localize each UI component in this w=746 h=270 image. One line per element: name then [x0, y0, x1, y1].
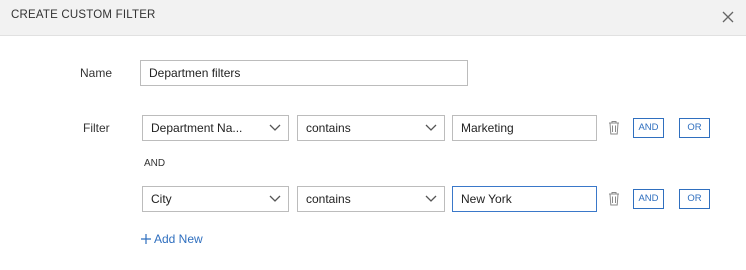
delete-icon[interactable]	[607, 191, 621, 207]
close-icon[interactable]	[717, 6, 739, 28]
name-label: Name	[80, 66, 113, 80]
filter-operator-value: contains	[306, 192, 351, 206]
filter-field-select[interactable]: Department Na...	[142, 115, 289, 141]
dialog-header: CREATE CUSTOM FILTER	[0, 0, 746, 36]
filter-label: Filter	[83, 121, 110, 135]
filter-value-input[interactable]: Marketing	[452, 115, 597, 141]
chevron-down-icon	[425, 195, 437, 202]
name-input[interactable]: Departmen filters	[140, 60, 468, 86]
filter-field-value: City	[151, 192, 172, 206]
or-button[interactable]: OR	[679, 189, 710, 209]
filter-operator-select[interactable]: contains	[297, 186, 445, 212]
filter-operator-value: contains	[306, 121, 351, 135]
add-new-label: Add New	[154, 232, 203, 246]
and-button[interactable]: AND	[633, 118, 664, 138]
filter-value-input[interactable]: New York	[452, 186, 597, 212]
connector-label: AND	[144, 158, 166, 169]
and-button[interactable]: AND	[633, 189, 664, 209]
plus-icon	[141, 233, 151, 244]
chevron-down-icon	[269, 195, 281, 202]
or-button[interactable]: OR	[679, 118, 710, 138]
filter-operator-select[interactable]: contains	[297, 115, 445, 141]
add-new-button[interactable]: Add New	[141, 232, 203, 248]
chevron-down-icon	[269, 124, 281, 131]
dialog-title: CREATE CUSTOM FILTER	[11, 9, 156, 21]
filter-field-value: Department Na...	[151, 121, 243, 135]
filter-field-select[interactable]: City	[142, 186, 289, 212]
chevron-down-icon	[425, 124, 437, 131]
delete-icon[interactable]	[607, 120, 621, 136]
